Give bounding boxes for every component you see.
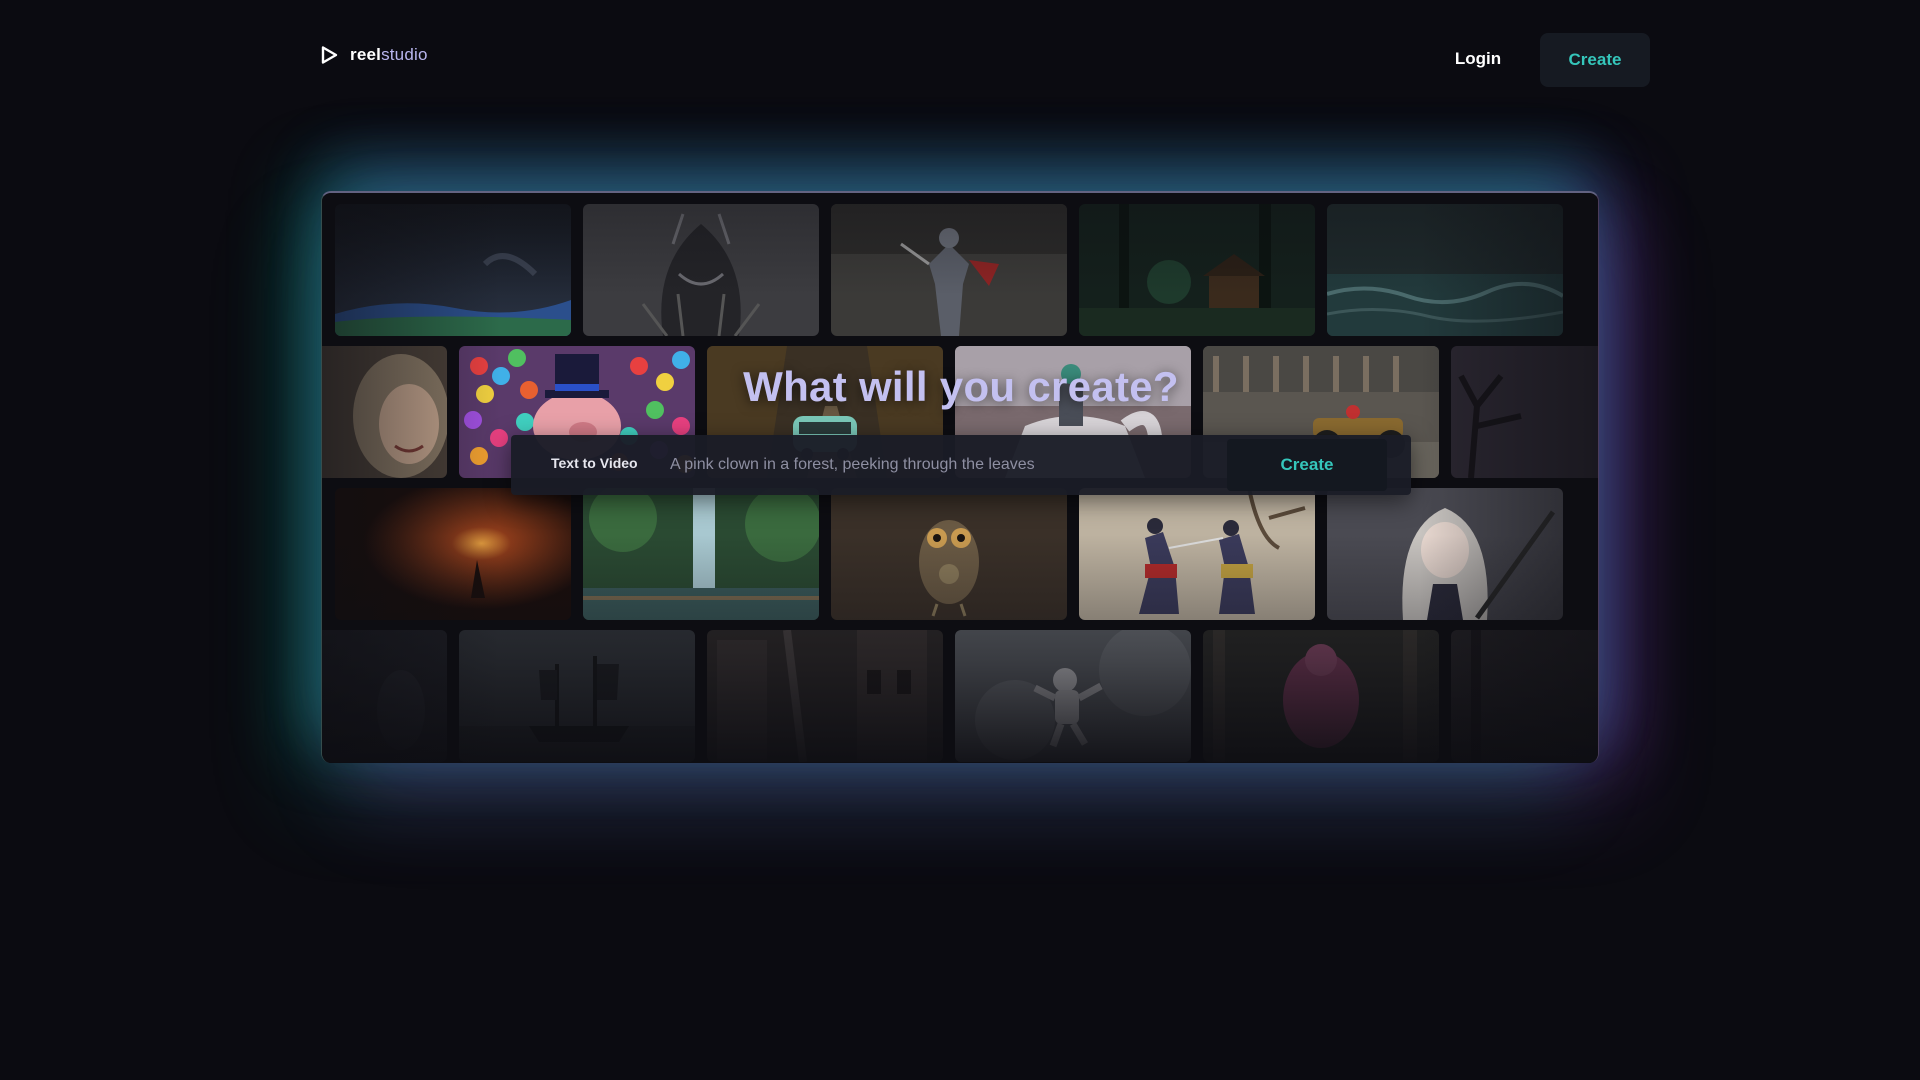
gallery-tile-cave-torch-explorer[interactable] (335, 488, 571, 620)
hero-title: What will you create? (743, 363, 1179, 410)
brand-logo[interactable]: reelstudio (318, 44, 428, 66)
mode-label-text-to-video[interactable]: Text to Video (551, 455, 638, 471)
prompt-create-button[interactable]: Create (1227, 439, 1387, 491)
brand-name: reelstudio (350, 45, 428, 65)
gallery-tile-forest-cabin-night[interactable] (1079, 204, 1315, 336)
gallery-tile-waterfall-jungle[interactable] (583, 488, 819, 620)
gallery-tile-steampunk-owl[interactable] (831, 488, 1067, 620)
gallery-tile-ruined-gothic-city[interactable] (707, 630, 943, 762)
gallery-tile-anime-swordswoman[interactable] (1327, 488, 1563, 620)
gallery-tile-dark-edge[interactable] (1451, 630, 1598, 762)
play-triangle-icon (321, 46, 338, 64)
gallery-tile-samurai-duel[interactable] (1079, 488, 1315, 620)
brand-name-light: studio (381, 45, 428, 64)
gallery-tile-armored-knight-battle[interactable] (831, 204, 1067, 336)
gallery-tile-astronaut-floating[interactable] (955, 630, 1191, 762)
brand-name-bold: reel (350, 45, 382, 64)
prompt-bar: Text to Video Create (511, 435, 1411, 495)
login-button[interactable]: Login (1440, 38, 1516, 80)
gallery-tile-pink-ape-forest[interactable] (1203, 630, 1439, 762)
gallery-tile-coastal-landscape[interactable] (335, 204, 571, 336)
nav-create-button[interactable]: Create (1540, 33, 1650, 87)
gallery-tile-dark-figure[interactable] (322, 630, 447, 762)
gallery-tile-pirate-ship[interactable] (459, 630, 695, 762)
top-nav: reelstudio Login Create (0, 0, 1920, 110)
gallery-tile-stormy-sea[interactable] (1327, 204, 1563, 336)
gallery-tile-hairy-monster-sketch[interactable] (583, 204, 819, 336)
prompt-input[interactable] (668, 445, 1218, 485)
hero-gallery: What will you create? Text to Video Crea… (321, 191, 1599, 763)
